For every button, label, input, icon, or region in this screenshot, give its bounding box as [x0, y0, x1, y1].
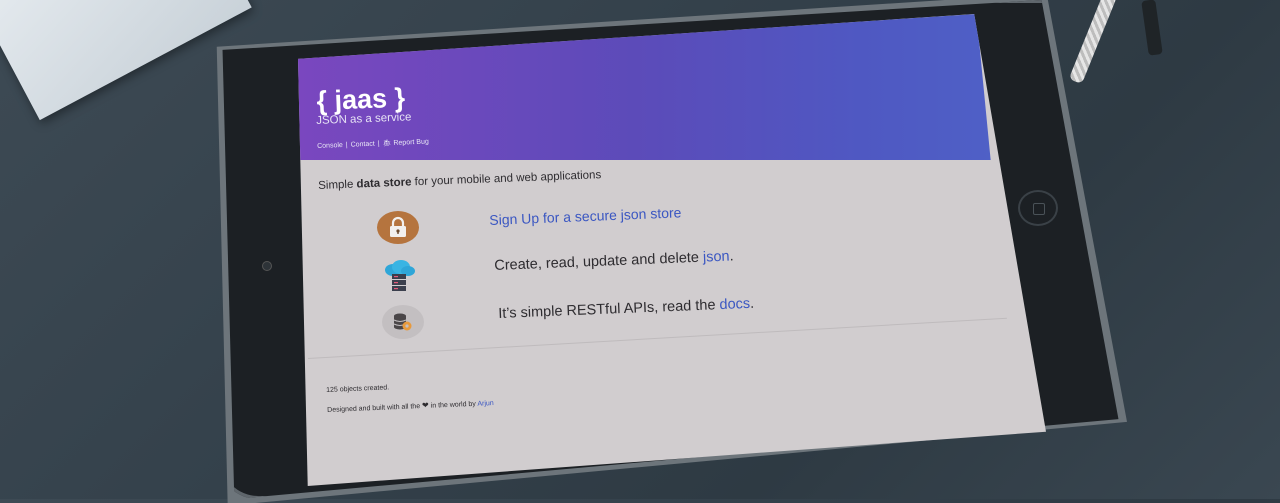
- crud-suffix: .: [729, 248, 734, 265]
- intro-bold: data store: [356, 176, 412, 191]
- nav-contact-link[interactable]: Contact: [351, 141, 375, 149]
- database-gear-icon: [382, 305, 424, 339]
- docs-link[interactable]: docs: [719, 296, 750, 313]
- background-paper: [0, 0, 252, 121]
- bug-icon: 🐞︎: [382, 139, 394, 148]
- rest-prefix: It’s simple RESTful APIs, read the: [498, 297, 720, 322]
- heart-icon: ❤: [421, 400, 429, 411]
- footer-credit: Designed and built with all the ❤ in the…: [327, 398, 494, 414]
- background-cable-tip: [1141, 0, 1163, 56]
- rest-feature-text: It’s simple RESTful APIs, read the docs.: [498, 296, 754, 322]
- intro-prefix: Simple: [318, 178, 357, 192]
- intro-text: Simple data store for your mobile and we…: [318, 169, 601, 192]
- background-cable: [1068, 0, 1118, 85]
- credit-middle: in the world by: [430, 400, 477, 410]
- intro-suffix: for your mobile and web applications: [411, 169, 602, 189]
- nav-separator: |: [377, 140, 380, 148]
- crud-feature-text: Create, read, update and delete json.: [494, 248, 734, 274]
- camera-icon: [262, 261, 272, 271]
- lock-icon: [377, 211, 419, 244]
- objects-created-count: 125 objects created.: [326, 384, 390, 394]
- signup-link[interactable]: Sign Up for a secure json store: [489, 204, 682, 228]
- nav-console-link[interactable]: Console: [317, 142, 343, 150]
- nav-separator: |: [345, 141, 348, 149]
- rest-suffix: .: [749, 295, 755, 312]
- tablet-screen: { jaas } JSON as a service Console | Conta…: [298, 14, 1046, 486]
- credit-prefix: Designed and built with all the: [327, 403, 421, 414]
- cloud-server-icon: [381, 259, 417, 293]
- author-link[interactable]: Arjun: [477, 400, 494, 408]
- json-link[interactable]: json: [703, 249, 730, 266]
- nav-report-bug-label: Report Bug: [393, 138, 429, 147]
- crud-prefix: Create, read, update and delete: [494, 249, 704, 274]
- home-button[interactable]: [1018, 190, 1058, 226]
